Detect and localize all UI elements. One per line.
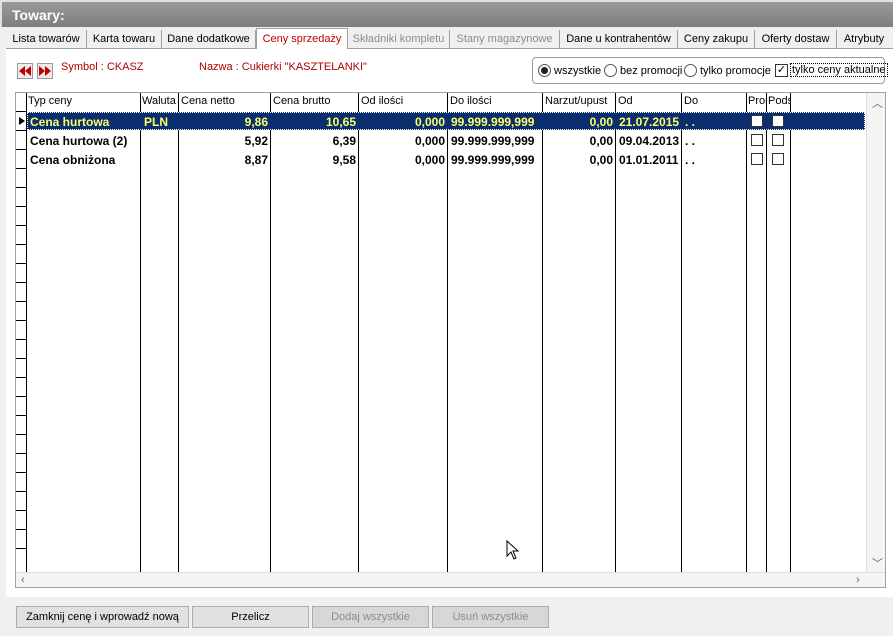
tab-bar: Lista towarów Karta towaru Dane dodatkow… (6, 28, 893, 50)
current-row-pointer-icon (19, 117, 25, 125)
recalculate-button[interactable]: Przelicz (192, 606, 309, 628)
promocja-checkbox[interactable] (751, 115, 763, 127)
close-price-button[interactable]: Zamknij cenę i wprowadź nową (16, 606, 189, 628)
remove-all-button[interactable]: Usuń wszystkie (432, 606, 549, 628)
tab-atrybuty[interactable]: Atrybuty (837, 30, 891, 49)
scroll-right-icon[interactable]: › (856, 574, 860, 586)
window-title: Towary: (0, 0, 893, 27)
header-cena-netto[interactable]: Cena netto (181, 95, 269, 107)
tab-karta-towaru[interactable]: Karta towaru (87, 30, 162, 49)
symbol-label: Symbol : CKASZ (61, 61, 144, 73)
prev-record-button[interactable] (17, 63, 33, 79)
tab-oferty-dostaw[interactable]: Oferty dostaw (755, 30, 837, 49)
radio-bez-promocji[interactable]: bez promocji (604, 64, 682, 77)
header-narzut-upust[interactable]: Narzut/upust (545, 95, 615, 107)
header-typ-ceny[interactable]: Typ ceny (28, 95, 140, 107)
scroll-up-icon[interactable]: ︿ (872, 95, 883, 111)
header-od-ilosci[interactable]: Od ilości (361, 95, 446, 107)
horizontal-scrollbar[interactable]: ‹ › (16, 572, 885, 587)
vertical-scrollbar[interactable]: ︿ ﹀ (866, 93, 885, 572)
promocja-checkbox[interactable] (751, 153, 763, 165)
radio-tylko-promocje[interactable]: tylko promocje (684, 64, 771, 77)
radio-wszystkie[interactable]: wszystkie (538, 64, 601, 77)
promocja-checkbox[interactable] (751, 134, 763, 146)
header-waluta[interactable]: Waluta (142, 95, 178, 107)
name-label: Nazwa : Cukierki "KASZTELANKI" (199, 61, 367, 73)
double-right-arrow-icon (39, 66, 51, 76)
header-do-ilosci[interactable]: Do ilości (450, 95, 541, 107)
header-podstawowa[interactable]: Pods (768, 95, 790, 107)
current-prices-only-checkbox[interactable]: ✓ tylko ceny aktualne (775, 63, 888, 77)
tab-lista-towarow[interactable]: Lista towarów (6, 30, 87, 49)
tab-dane-u-kontrahentow[interactable]: Dane u kontrahentów (560, 30, 678, 49)
radio-empty-icon (684, 64, 697, 77)
podstawowa-checkbox[interactable] (772, 153, 784, 165)
scroll-left-icon[interactable]: ‹ (21, 574, 25, 586)
tab-dane-dodatkowe[interactable]: Dane dodatkowe (162, 30, 256, 49)
header-promocja[interactable]: Pror (748, 95, 767, 107)
mouse-cursor-icon (506, 540, 520, 560)
radio-empty-icon (604, 64, 617, 77)
tab-skladniki-kompletu[interactable]: Składniki kompletu (348, 30, 450, 49)
row-indicator-column (16, 93, 27, 572)
add-all-button[interactable]: Dodaj wszystkie (312, 606, 429, 628)
next-record-button[interactable] (37, 63, 53, 79)
tab-ceny-sprzedazy[interactable]: Ceny sprzedaży (256, 28, 348, 50)
checkmark-icon: ✓ (775, 63, 788, 77)
header-cena-brutto[interactable]: Cena brutto (273, 95, 357, 107)
tab-stany-magazynowe[interactable]: Stany magazynowe (450, 30, 560, 49)
scroll-down-icon[interactable]: ﹀ (872, 555, 883, 571)
radio-selected-icon (538, 64, 551, 77)
header-od[interactable]: Od (618, 95, 680, 107)
header-do[interactable]: Do (684, 95, 745, 107)
podstawowa-checkbox[interactable] (772, 115, 784, 127)
prices-grid[interactable]: Typ ceny Waluta Cena netto Cena brutto O… (15, 92, 886, 588)
double-left-arrow-icon (19, 66, 31, 76)
tab-ceny-zakupu[interactable]: Ceny zakupu (678, 30, 755, 49)
podstawowa-checkbox[interactable] (772, 134, 784, 146)
